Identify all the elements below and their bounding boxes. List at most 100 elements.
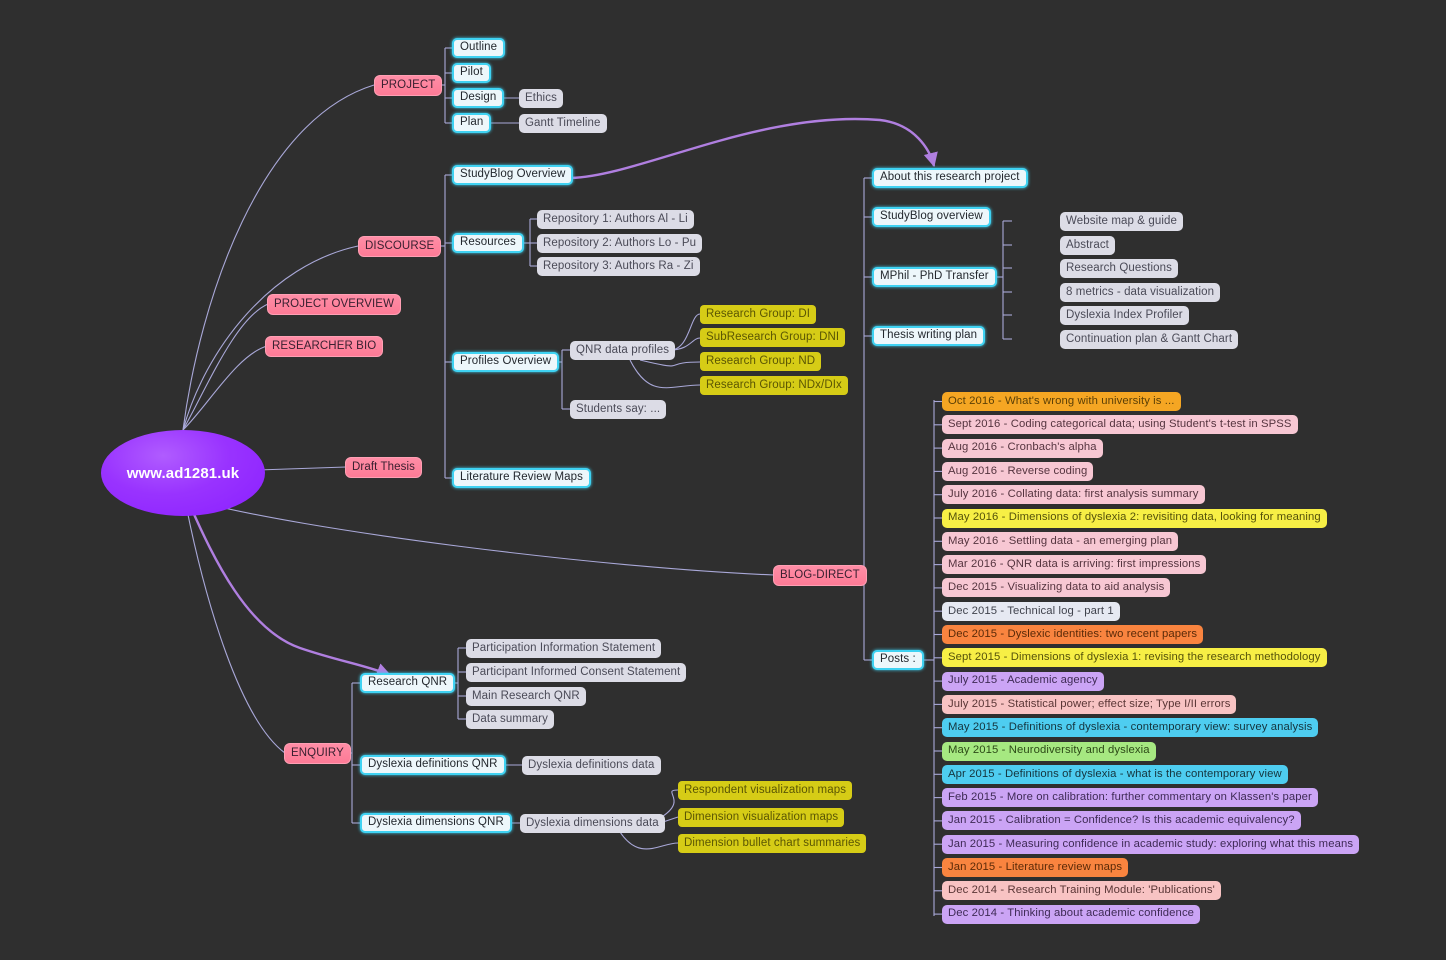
node-about-label: About this research project — [880, 171, 1020, 184]
post-item-label: July 2016 - Collating data: first analys… — [948, 488, 1199, 501]
node-website-map-guide[interactable]: Website map & guide — [1060, 212, 1183, 231]
post-item[interactable]: Dec 2014 - Research Training Module: 'Pu… — [942, 881, 1221, 901]
post-item[interactable]: Dec 2014 - Thinking about academic confi… — [942, 904, 1201, 924]
node-dyslexia-index-profiler[interactable]: Dyslexia Index Profiler — [1060, 306, 1189, 325]
node-main-research-qnr[interactable]: Main Research QNR — [466, 687, 586, 706]
node-research-group-di[interactable]: Research Group: DI — [700, 305, 817, 324]
branch-researcher-bio-label: RESEARCHER BIO — [272, 339, 377, 352]
node-dimension-visualization-maps[interactable]: Dimension visualization maps — [678, 808, 845, 827]
node-profiles-overview[interactable]: Profiles Overview — [452, 352, 560, 372]
branch-project-overview-label: PROJECT OVERVIEW — [274, 297, 395, 310]
node-abstract[interactable]: Abstract — [1060, 236, 1115, 255]
branch-draft-thesis[interactable]: Draft Thesis — [345, 457, 422, 478]
post-item[interactable]: Dec 2015 - Technical log - part 1 — [942, 601, 1120, 621]
node-plan[interactable]: Plan — [452, 113, 492, 133]
post-item-label: July 2015 - Statistical power; effect si… — [948, 697, 1231, 710]
node-thesis-writing-plan-label: Thesis writing plan — [880, 329, 978, 342]
post-item[interactable]: Dec 2015 - Dyslexic identities: two rece… — [942, 625, 1204, 644]
node-continuation-plan-gantt[interactable]: Continuation plan & Gantt Chart — [1060, 330, 1239, 349]
branch-project-overview[interactable]: PROJECT OVERVIEW — [267, 294, 402, 315]
post-item[interactable]: Dec 2015 - Visualizing data to aid analy… — [942, 578, 1171, 598]
node-repository-3-label: Repository 3: Authors Ra - Zi — [543, 259, 694, 272]
node-pis-label: Participation Information Statement — [472, 641, 656, 654]
node-studyblog-overview[interactable]: StudyBlog Overview — [452, 165, 574, 185]
branch-researcher-bio[interactable]: RESEARCHER BIO — [265, 336, 384, 357]
post-item[interactable]: Jan 2015 - Measuring confidence in acade… — [942, 834, 1360, 854]
branch-discourse[interactable]: DISCOURSE — [358, 236, 442, 257]
node-research-qnr-label: Research QNR — [368, 676, 448, 689]
node-students-say[interactable]: Students say: ... — [570, 400, 667, 419]
node-dyslexia-dimensions-qnr[interactable]: Dyslexia dimensions QNR — [360, 813, 512, 833]
post-item[interactable]: Feb 2015 - More on calibration: further … — [942, 788, 1318, 808]
post-item-label: Dec 2015 - Visualizing data to aid analy… — [948, 581, 1165, 594]
node-dyslexia-dimensions-qnr-label: Dyslexia dimensions QNR — [368, 816, 504, 829]
branch-blog-direct-label: BLOG-DIRECT — [780, 568, 860, 581]
node-participation-information-statement[interactable]: Participation Information Statement — [466, 639, 662, 658]
node-posts-label: Posts : — [880, 653, 916, 666]
branch-project[interactable]: PROJECT — [374, 75, 443, 96]
branch-enquiry[interactable]: ENQUIRY — [284, 743, 351, 764]
post-item[interactable]: May 2015 - Definitions of dyslexia - con… — [942, 718, 1319, 738]
node-dimension-bullet-chart-summaries[interactable]: Dimension bullet chart summaries — [678, 834, 867, 853]
node-repository-2-label: Repository 2: Authors Lo - Pu — [543, 236, 697, 249]
node-pilot[interactable]: Pilot — [452, 63, 491, 83]
post-item[interactable]: Sept 2015 - Dimensions of dyslexia 1: re… — [942, 648, 1327, 668]
post-item[interactable]: Aug 2016 - Reverse coding — [942, 461, 1094, 481]
node-literature-review-maps[interactable]: Literature Review Maps — [452, 468, 592, 488]
post-item-label: Dec 2015 - Dyslexic identities: two rece… — [948, 627, 1198, 640]
node-dimension-bullet-chart-summaries-label: Dimension bullet chart summaries — [684, 836, 861, 849]
post-item[interactable]: Apr 2015 - Definitions of dyslexia - wha… — [942, 764, 1288, 784]
branch-blog-direct[interactable]: BLOG-DIRECT — [773, 565, 867, 586]
post-item[interactable]: Mar 2016 - QNR data is arriving: first i… — [942, 555, 1207, 575]
post-item-label: May 2015 - Neurodiversity and dyslexia — [948, 744, 1150, 757]
node-research-group-ndx-dix[interactable]: Research Group: NDx/DIx — [700, 376, 848, 395]
node-repository-1[interactable]: Repository 1: Authors Al - Li — [537, 210, 694, 229]
node-continuation-plan-gantt-label: Continuation plan & Gantt Chart — [1066, 332, 1233, 345]
post-item[interactable]: July 2015 - Statistical power; effect si… — [942, 694, 1237, 714]
node-repository-3[interactable]: Repository 3: Authors Ra - Zi — [537, 257, 700, 276]
post-item-label: Dec 2014 - Thinking about academic confi… — [948, 907, 1195, 920]
post-item[interactable]: Jan 2015 - Calibration = Confidence? Is … — [942, 811, 1301, 831]
node-8-metrics-label: 8 metrics - data visualization — [1066, 285, 1215, 298]
node-dyslexia-index-profiler-label: Dyslexia Index Profiler — [1066, 308, 1183, 321]
node-ethics[interactable]: Ethics — [519, 89, 563, 108]
node-thesis-writing-plan[interactable]: Thesis writing plan — [872, 326, 986, 346]
post-item[interactable]: Sept 2016 - Coding categorical data; usi… — [942, 415, 1298, 435]
node-subresearch-group-dni[interactable]: SubResearch Group: DNI — [700, 328, 846, 347]
node-research-questions[interactable]: Research Questions — [1060, 259, 1178, 278]
node-gantt-timeline-label: Gantt Timeline — [525, 116, 601, 129]
node-participant-informed-consent-statement[interactable]: Participant Informed Consent Statement — [466, 663, 687, 682]
post-item[interactable]: May 2015 - Neurodiversity and dyslexia — [942, 741, 1156, 761]
post-item[interactable]: Jan 2015 - Literature review maps — [942, 858, 1129, 877]
node-mphil-phd-transfer[interactable]: MPhil - PhD Transfer — [872, 267, 997, 287]
node-repository-2[interactable]: Repository 2: Authors Lo - Pu — [537, 234, 703, 253]
post-item[interactable]: Oct 2016 - What's wrong with university … — [942, 392, 1181, 411]
node-dyslexia-definitions-qnr[interactable]: Dyslexia definitions QNR — [360, 755, 506, 775]
node-research-group-nd[interactable]: Research Group: ND — [700, 352, 822, 371]
post-item-label: Jan 2015 - Calibration = Confidence? Is … — [948, 814, 1295, 827]
node-about-this-research-project[interactable]: About this research project — [872, 168, 1028, 188]
node-dyslexia-dimensions-data[interactable]: Dyslexia dimensions data — [520, 814, 665, 833]
post-item[interactable]: May 2016 - Dimensions of dyslexia 2: rev… — [942, 508, 1327, 528]
node-gantt-timeline[interactable]: Gantt Timeline — [519, 114, 607, 133]
node-website-map-guide-label: Website map & guide — [1066, 214, 1177, 227]
post-item[interactable]: July 2016 - Collating data: first analys… — [942, 485, 1205, 505]
root-node[interactable]: www.ad1281.uk — [101, 430, 265, 516]
node-profiles-overview-label: Profiles Overview — [460, 355, 552, 368]
node-outline[interactable]: Outline — [452, 38, 506, 58]
branch-enquiry-label: ENQUIRY — [291, 746, 344, 759]
node-research-qnr[interactable]: Research QNR — [360, 673, 456, 693]
node-resources[interactable]: Resources — [452, 233, 524, 253]
post-item[interactable]: July 2015 - Academic agency — [942, 671, 1104, 691]
node-studyblog-overview-right[interactable]: StudyBlog overview — [872, 207, 991, 227]
node-posts[interactable]: Posts : — [872, 650, 924, 670]
node-data-summary[interactable]: Data summary — [466, 710, 554, 729]
post-item[interactable]: Aug 2016 - Cronbach's alpha — [942, 438, 1103, 458]
node-qnr-data-profiles[interactable]: QNR data profiles — [570, 341, 676, 360]
post-item[interactable]: May 2016 - Settling data - an emerging p… — [942, 531, 1179, 551]
node-respondent-visualization-maps[interactable]: Respondent visualization maps — [678, 781, 853, 800]
node-dyslexia-definitions-data[interactable]: Dyslexia definitions data — [522, 756, 661, 775]
node-8-metrics[interactable]: 8 metrics - data visualization — [1060, 283, 1221, 302]
node-design[interactable]: Design — [452, 88, 505, 108]
mindmap-canvas: www.ad1281.uk PROJECT DISCOURSE PROJECT … — [0, 0, 1446, 960]
